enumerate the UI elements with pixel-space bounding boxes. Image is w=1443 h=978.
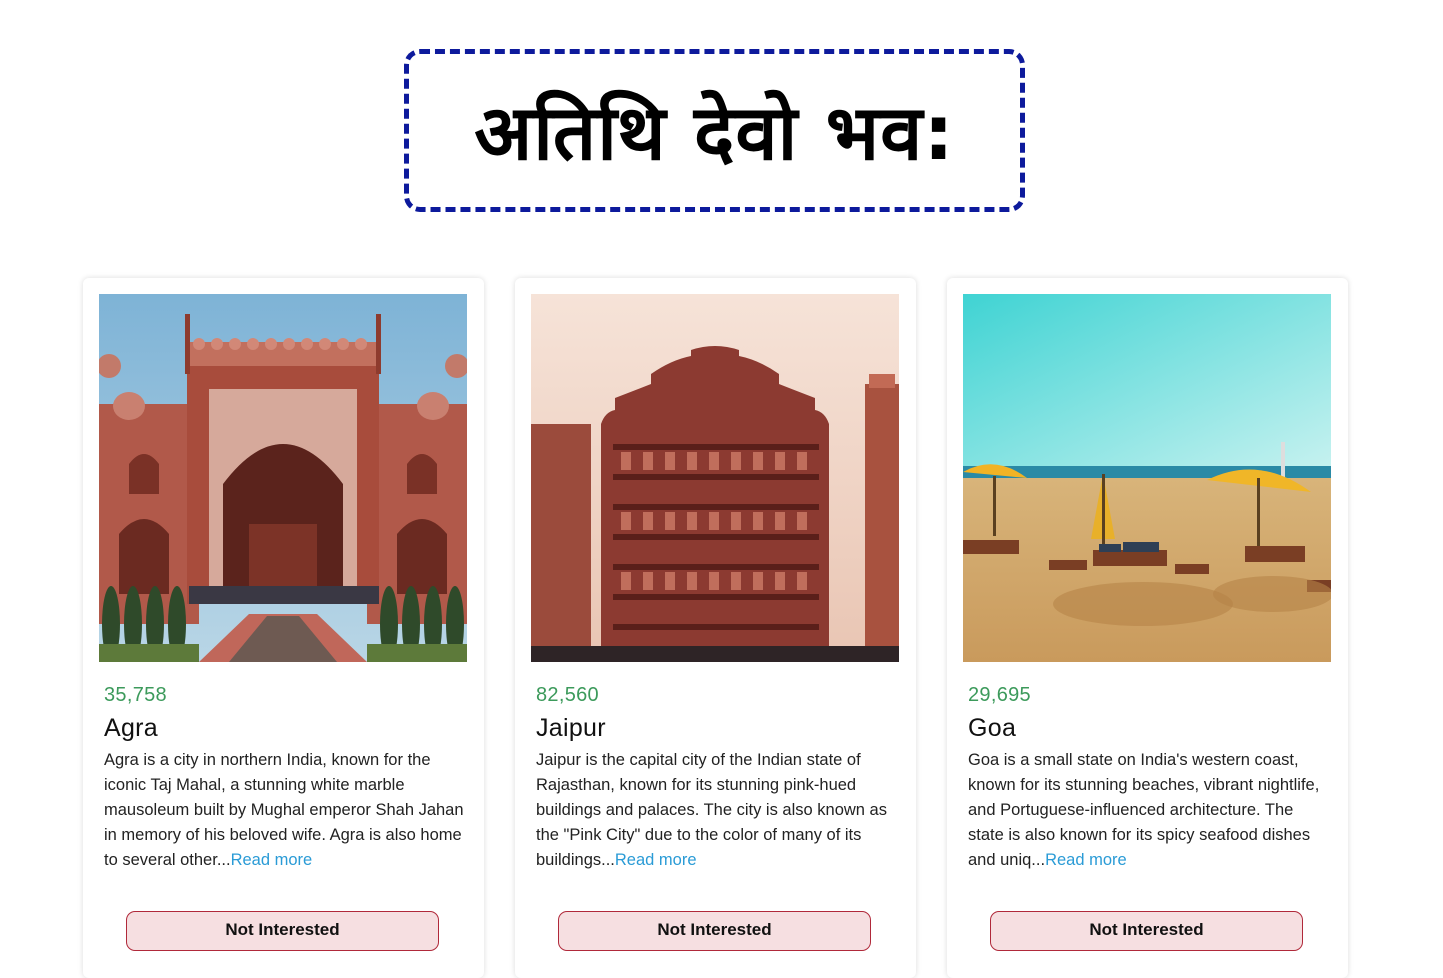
title-banner: अतिथि देवो भव: — [404, 49, 1025, 212]
tour-description: Agra is a city in northern India, known … — [104, 748, 466, 873]
tour-image-goa — [963, 294, 1331, 662]
not-interested-button[interactable]: Not Interested — [558, 911, 871, 951]
not-interested-button[interactable]: Not Interested — [126, 911, 439, 951]
tour-description: Goa is a small state on India's western … — [968, 748, 1330, 873]
tour-price: 35,758 — [104, 684, 167, 706]
read-more-link[interactable]: Read more — [1045, 851, 1127, 869]
tour-name: Jaipur — [536, 714, 606, 742]
tour-image-agra — [99, 294, 467, 662]
tour-description-text: Goa is a small state on India's western … — [968, 751, 1320, 869]
tour-name: Goa — [968, 714, 1017, 742]
tour-price: 29,695 — [968, 684, 1031, 706]
tour-image-jaipur — [531, 294, 899, 662]
tour-name: Agra — [104, 714, 159, 742]
page-title: अतिथि देवो भव: — [474, 88, 955, 177]
tour-card-jaipur: 82,560 Jaipur Jaipur is the capital city… — [515, 278, 916, 978]
tour-description-text: Jaipur is the capital city of the Indian… — [536, 751, 887, 869]
not-interested-button[interactable]: Not Interested — [990, 911, 1303, 951]
tour-card-goa: 29,695 Goa Goa is a small state on India… — [947, 278, 1348, 978]
tour-card-agra: 35,758 Agra Agra is a city in northern I… — [83, 278, 484, 978]
tour-description: Jaipur is the capital city of the Indian… — [536, 748, 898, 873]
read-more-link[interactable]: Read more — [615, 851, 697, 869]
read-more-link[interactable]: Read more — [231, 851, 313, 869]
tour-price: 82,560 — [536, 684, 599, 706]
